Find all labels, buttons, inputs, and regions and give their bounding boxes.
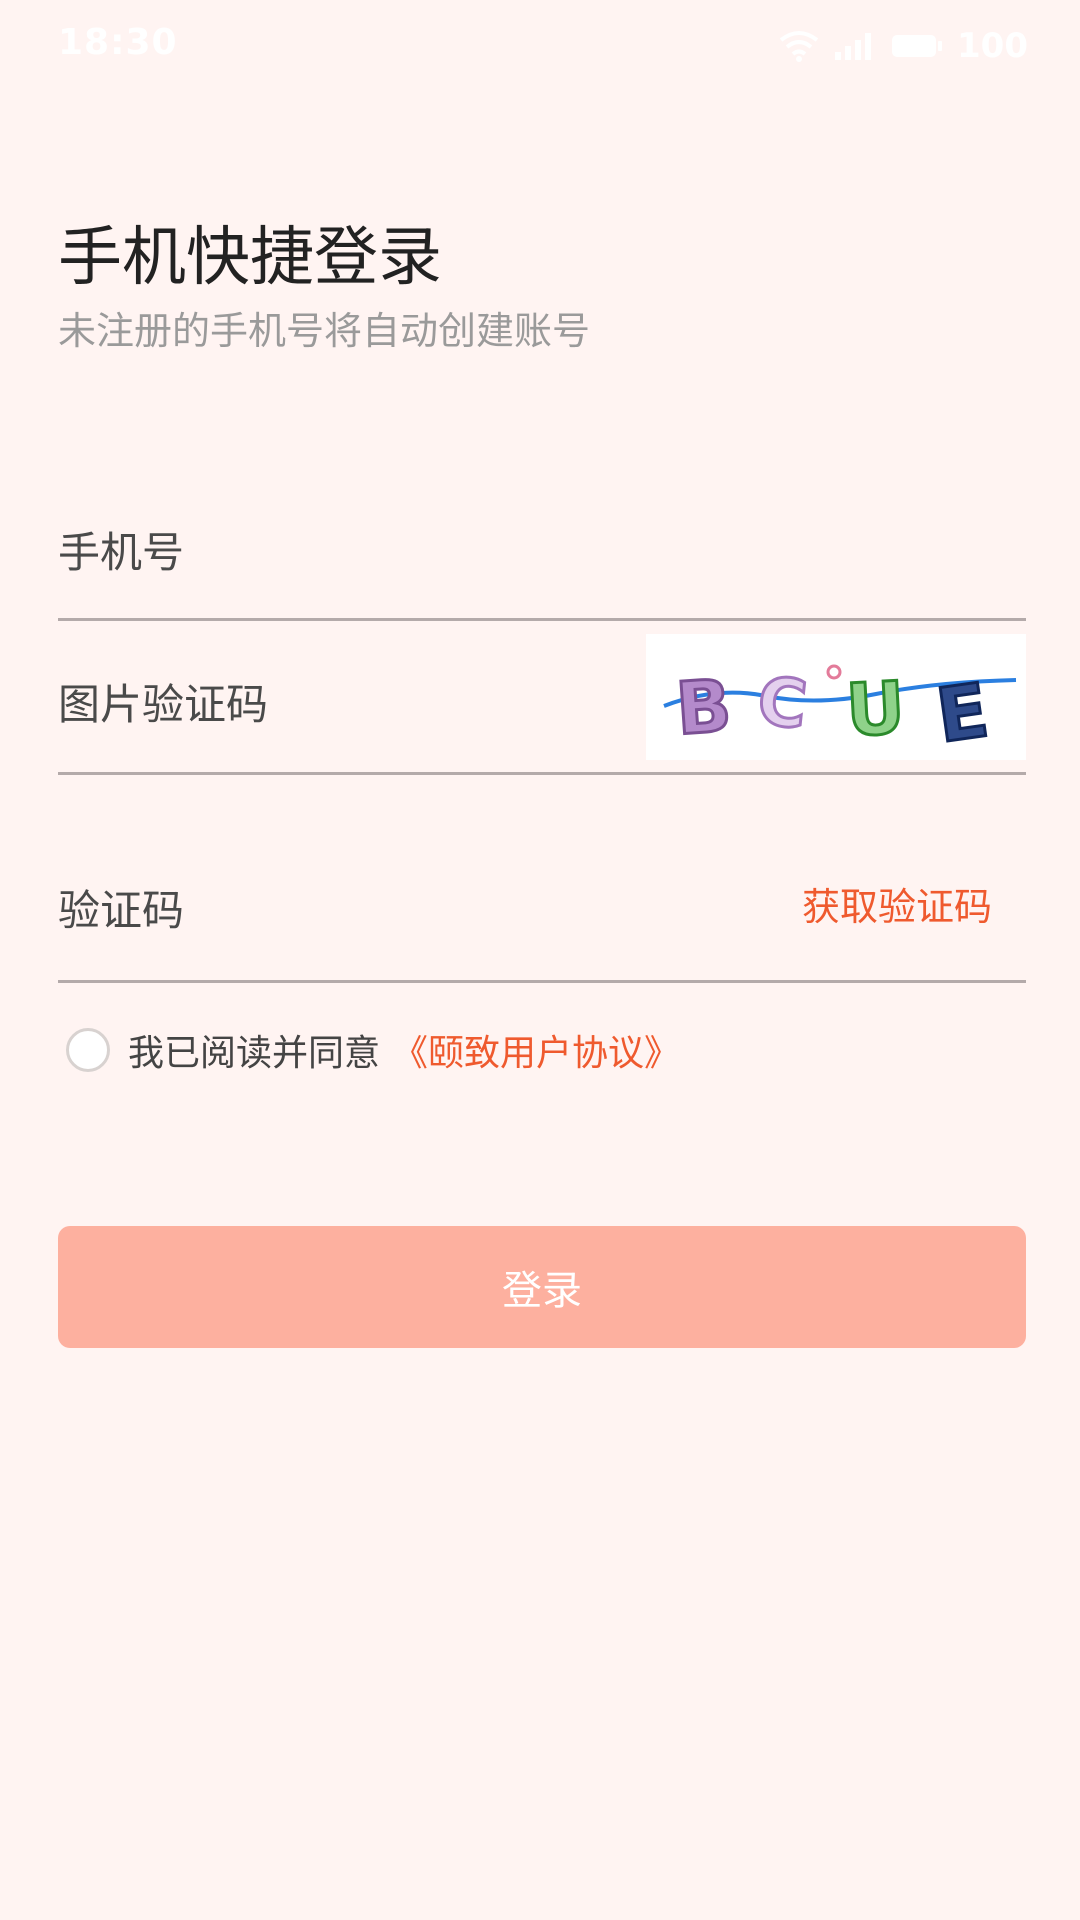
svg-text:C: C (754, 662, 810, 744)
agreement-checkbox[interactable] (66, 1028, 110, 1072)
sms-code-input[interactable] (58, 880, 618, 940)
status-icons: 100 (779, 22, 1028, 70)
phone-field (58, 500, 1026, 621)
wifi-icon (779, 30, 819, 62)
captcha-input[interactable] (58, 674, 618, 734)
captcha-field: B C U E (58, 634, 1026, 775)
sms-code-field: 获取验证码 (58, 850, 1026, 983)
login-button[interactable]: 登录 (58, 1226, 1026, 1348)
page-title: 手机快捷登录 (58, 221, 442, 295)
svg-text:B: B (673, 663, 734, 751)
battery-level: 100 (957, 26, 1028, 66)
signal-icon (833, 30, 877, 62)
status-bar: 18:30 100 (0, 0, 1080, 96)
svg-text:U: U (844, 666, 907, 753)
page-subtitle: 未注册的手机号将自动创建账号 (58, 309, 591, 353)
get-code-button[interactable]: 获取验证码 (802, 876, 992, 931)
agreement-link[interactable]: 《颐致用户协议》 (392, 1024, 680, 1076)
battery-icon (891, 32, 943, 60)
status-time: 18:30 (58, 22, 178, 63)
agreement-text: 我已阅读并同意 (128, 1033, 381, 1074)
phone-input[interactable] (58, 522, 618, 582)
agreement-row: 我已阅读并同意 《颐致用户协议》 (66, 1020, 680, 1080)
captcha-image[interactable]: B C U E (646, 634, 1026, 760)
